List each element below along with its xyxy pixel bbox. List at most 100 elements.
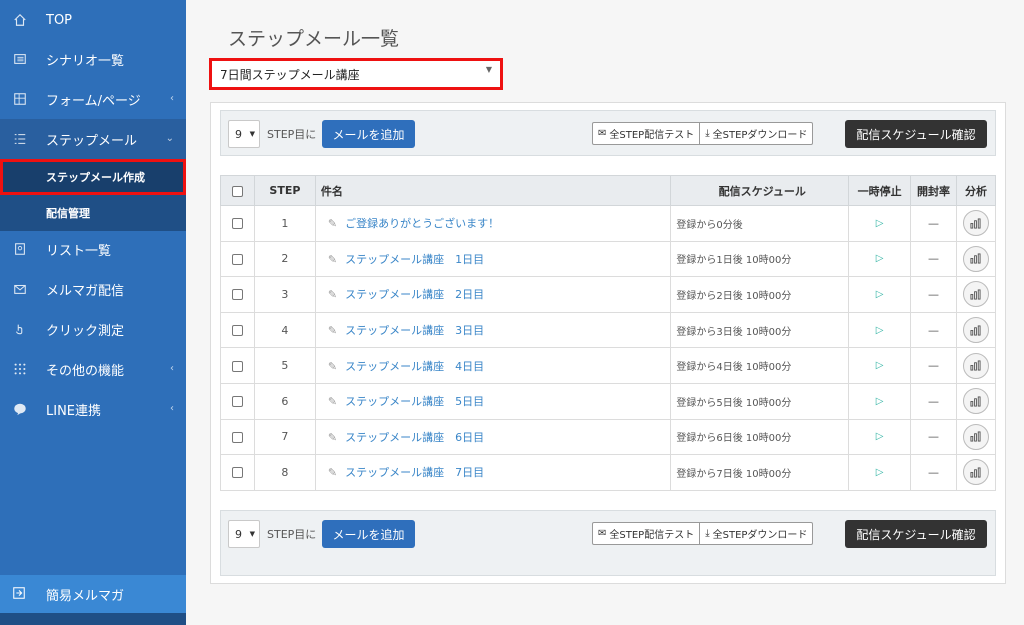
play-icon[interactable]: ▷ (876, 467, 884, 478)
table-row: 3 ✎ ステップメール講座 2日目 登録から2日後 10時00分 ▷ — (220, 276, 997, 313)
table-row: 4 ✎ ステップメール講座 3日目 登録から3日後 10時00分 ▷ — (220, 311, 997, 349)
list-icon (12, 51, 28, 67)
sidebar-item-newsletter[interactable]: メルマガ配信 (0, 269, 186, 309)
row-name-link[interactable]: ご登録ありがとうございます！ (345, 217, 499, 230)
row-name-cell: ✎ ステップメール講座 5日目 (314, 382, 672, 420)
analysis-chart-icon[interactable] (962, 388, 989, 415)
row-name-link[interactable]: ステップメール講座 4日目 (345, 360, 484, 373)
pencil-icon: ✎ (327, 430, 338, 444)
row-pause-cell: ▷ (848, 347, 912, 384)
play-icon[interactable]: ▷ (876, 325, 884, 336)
step-label: STEP目に (267, 528, 317, 541)
sidebar-item-forms[interactable]: フォーム/ページ ‹ (0, 79, 186, 119)
row-checkbox[interactable] (231, 289, 243, 301)
row-name-link[interactable]: ステップメール講座 7日目 (345, 466, 484, 479)
play-icon[interactable]: ▷ (876, 253, 884, 264)
toolbar-bottom: 9 ▼ STEP目に メールを追加 ✉ 全STEP配信テスト ⤓ 全STEPダウンロ… (220, 510, 996, 576)
row-open-rate: — (910, 418, 957, 456)
row-name-cell: ✎ ステップメール講座 2日目 (314, 276, 672, 313)
row-checkbox[interactable] (231, 218, 243, 230)
action-button-group: ✉ 全STEP配信テスト ⤓ 全STEPダウンロード (592, 122, 814, 145)
analysis-chart-icon[interactable] (962, 423, 989, 450)
row-name-link[interactable]: ステップメール講座 3日目 (345, 324, 484, 337)
add-mail-button[interactable]: メールを追加 (322, 120, 415, 148)
sidebar-subitem-delivery-management[interactable]: 配信管理 (0, 195, 186, 231)
select-all-checkbox[interactable] (231, 185, 243, 197)
chevron-down-icon: ▼ (249, 530, 255, 538)
row-open-rate: — (910, 276, 957, 313)
row-checkbox[interactable] (231, 431, 243, 443)
row-checkbox[interactable] (231, 360, 243, 372)
row-name-link[interactable]: ステップメール講座 6日目 (345, 431, 484, 444)
step-label: STEP目に (267, 128, 317, 141)
row-pause-cell: ▷ (848, 240, 912, 278)
stepmail-table: STEP 件名 配信スケジュール 一時停止 開封率 分析 1 ✎ ご登録ありがとうご… (220, 175, 997, 491)
sidebar-footer (0, 613, 186, 625)
sidebar-item-stepmail[interactable]: ステップメール ⌄ (0, 119, 186, 159)
exit-icon (12, 586, 28, 602)
download-all-steps-button[interactable]: ⤓ 全STEPダウンロード (699, 123, 812, 144)
row-analysis-cell (955, 276, 997, 313)
play-icon[interactable]: ▷ (876, 218, 884, 229)
row-checkbox[interactable] (231, 467, 243, 479)
sidebar-item-label: フォーム/ページ (46, 93, 141, 109)
test-all-steps-button[interactable]: ✉ 全STEP配信テスト (593, 523, 699, 544)
schedule-check-button[interactable]: 配信スケジュール確認 (845, 520, 987, 548)
row-name-link[interactable]: ステップメール講座 2日目 (345, 288, 484, 301)
sidebar-item-line[interactable]: LINE連携 ‹ (0, 389, 186, 429)
row-checkbox[interactable] (231, 396, 243, 408)
sidebar-item-lists[interactable]: リスト一覧 (0, 229, 186, 269)
row-schedule: 登録から5日後 10時00分 (670, 382, 850, 420)
schedule-check-button[interactable]: 配信スケジュール確認 (845, 120, 987, 148)
scenario-select-value: 7日間ステップメール講座 (220, 68, 360, 82)
play-icon[interactable]: ▷ (876, 396, 884, 407)
sidebar-item-click-tracking[interactable]: クリック測定 (0, 309, 186, 349)
analysis-chart-icon[interactable] (962, 352, 989, 379)
pencil-icon: ✎ (327, 288, 338, 302)
header-step: STEP (253, 175, 316, 206)
download-all-steps-button[interactable]: ⤓ 全STEPダウンロード (699, 523, 812, 544)
sidebar-item-label: クリック測定 (46, 323, 125, 339)
test-all-steps-label: 全STEP配信テスト (609, 130, 695, 141)
sidebar-item-other-features[interactable]: その他の機能 ‹ (0, 349, 186, 389)
row-schedule: 登録から4日後 10時00分 (670, 347, 850, 384)
row-open-rate: — (910, 205, 957, 242)
table-row: 6 ✎ ステップメール講座 5日目 登録から5日後 10時00分 ▷ — (220, 382, 997, 420)
row-select-cell (220, 276, 255, 313)
row-pause-cell: ▷ (848, 382, 912, 420)
row-analysis-cell (955, 311, 997, 349)
analysis-chart-icon[interactable] (962, 245, 989, 272)
play-icon[interactable]: ▷ (876, 431, 884, 442)
analysis-chart-icon[interactable] (962, 281, 989, 308)
play-icon[interactable]: ▷ (876, 289, 884, 300)
test-all-steps-button[interactable]: ✉ 全STEP配信テスト (593, 123, 699, 144)
form-icon (12, 91, 28, 107)
sidebar-item-label: 簡易メルマガ (46, 588, 125, 604)
test-all-steps-label: 全STEP配信テスト (609, 530, 695, 541)
row-name-link[interactable]: ステップメール講座 5日目 (345, 395, 484, 408)
sidebar-item-label: リスト一覧 (46, 243, 112, 259)
add-mail-button[interactable]: メールを追加 (322, 520, 415, 548)
step-number-select[interactable]: 9 ▼ (228, 120, 260, 148)
row-name-cell: ✎ ご登録ありがとうございます！ (314, 205, 672, 242)
sidebar-subitem-create-stepmail[interactable]: ステップメール作成 (0, 159, 186, 195)
scenario-select[interactable]: 7日間ステップメール講座 ▼ (209, 58, 503, 90)
mail-icon: ✉ (598, 128, 607, 139)
row-checkbox[interactable] (231, 325, 243, 337)
row-checkbox[interactable] (231, 253, 243, 265)
analysis-chart-icon[interactable] (962, 459, 989, 486)
sidebar-item-scenarios[interactable]: シナリオ一覧 (0, 39, 186, 79)
sidebar-item-simple-newsletter[interactable]: 簡易メルマガ (0, 575, 186, 613)
table-row: 1 ✎ ご登録ありがとうございます！ 登録から0分後 ▷ — (220, 205, 997, 242)
row-name-cell: ✎ ステップメール講座 7日目 (314, 454, 672, 491)
step-number-select[interactable]: 9 ▼ (228, 520, 260, 548)
pencil-icon: ✎ (327, 466, 338, 480)
mail-icon: ✉ (598, 528, 607, 539)
analysis-chart-icon[interactable] (962, 210, 989, 237)
row-name-link[interactable]: ステップメール講座 1日目 (345, 253, 484, 266)
row-step: 8 (253, 454, 316, 491)
toolbar-top: 9 ▼ STEP目に メールを追加 ✉ 全STEP配信テスト ⤓ 全STEPダウンロ… (220, 110, 996, 156)
play-icon[interactable]: ▷ (876, 360, 884, 371)
analysis-chart-icon[interactable] (962, 317, 989, 344)
sidebar-item-top[interactable]: TOP (0, 0, 186, 40)
